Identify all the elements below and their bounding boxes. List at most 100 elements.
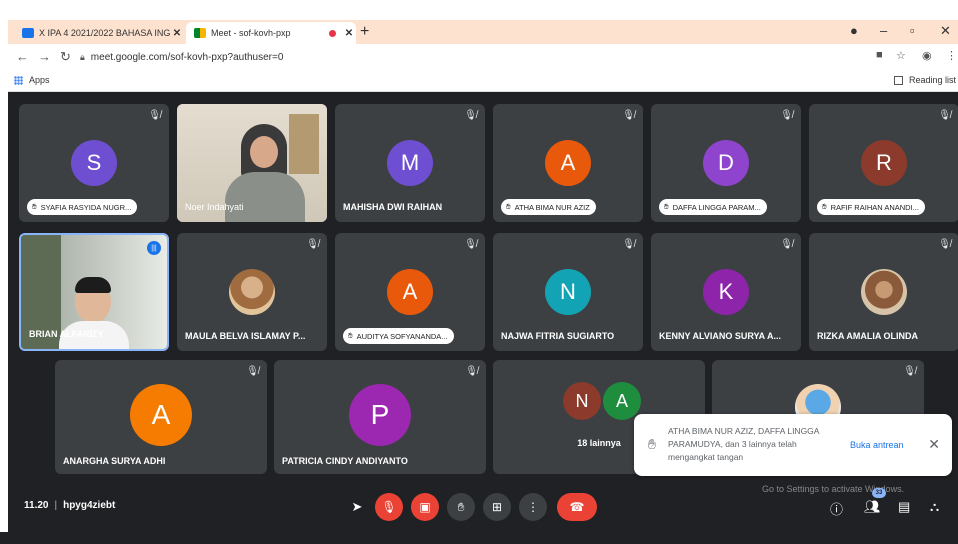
reload-icon[interactable]: ↻ <box>60 49 71 65</box>
menu-icon[interactable]: ⋮ <box>946 49 957 62</box>
more-vert-icon: ⋮ <box>527 500 539 514</box>
participant-tile[interactable]: 🎙︎̸ S ✋︎ SYAFIA RASYIDA NUGR... <box>19 104 169 222</box>
profile-icon[interactable]: ● <box>850 23 858 38</box>
leave-call-button[interactable]: ☎︎ <box>557 493 597 521</box>
activities-icon[interactable]: ⛬ <box>930 499 939 515</box>
separator: | <box>54 500 58 511</box>
participant-name: BRIAN ALFARIZY <box>29 329 104 339</box>
participant-tile[interactable]: 🎙︎̸ RIZKA AMALIA OLINDA <box>809 233 958 351</box>
participant-name: Noer Indahyati <box>185 202 244 212</box>
reading-list-icon <box>893 75 903 85</box>
address-bar[interactable]: 🔒︎ meet.google.com/sof-kovh-pxp?authuser… <box>80 47 880 67</box>
close-tab-icon[interactable]: ✕ <box>342 28 356 39</box>
raise-hand-icon: ✋︎ <box>457 499 465 514</box>
raise-hand-button[interactable]: ✋︎ <box>447 493 475 521</box>
classroom-favicon-icon <box>22 28 34 38</box>
new-tab-button[interactable]: + <box>360 23 369 41</box>
raised-hand-icon: ✋︎ <box>32 202 37 211</box>
participant-tile-video[interactable]: Noer Indahyati <box>177 104 327 222</box>
browser-chrome: X IPA 4 2021/2022 BAHASA INGG ✕ Meet - s… <box>8 20 958 92</box>
mic-off-icon: 🎙︎̸ <box>465 366 478 377</box>
participant-name: MAULA BELVA ISLAMAY P... <box>185 331 306 341</box>
reading-list-button[interactable]: Reading list <box>893 75 956 85</box>
participant-count-badge: 33 <box>872 488 886 498</box>
reading-list-label: Reading list <box>908 75 956 85</box>
avatar: P <box>349 384 411 446</box>
bookmark-star-icon[interactable]: ☆ <box>896 49 906 62</box>
participant-name: RIZKA AMALIA OLINDA <box>817 331 918 341</box>
participant-tile[interactable]: 🎙︎̸ A ✋︎ ATHA BIMA NUR AZIZ <box>493 104 643 222</box>
minimize-button[interactable]: – <box>880 23 887 38</box>
avatar: R <box>861 140 907 186</box>
close-icon[interactable]: ✕ <box>928 436 940 453</box>
participant-photo <box>229 269 275 315</box>
activate-windows-title: Activate Windows <box>762 465 857 479</box>
participant-tile[interactable]: 🎙︎̸ MAULA BELVA ISLAMAY P... <box>177 233 327 351</box>
chat-icon[interactable]: ▤ <box>898 499 910 515</box>
more-options-button[interactable]: ⋮ <box>519 493 547 521</box>
camera-off-icon: ▣ <box>419 500 431 514</box>
avatar: K <box>703 269 749 315</box>
others-avatars: N A <box>563 382 641 420</box>
avatar: A <box>603 382 641 420</box>
mic-off-icon: 🎙︎̸ <box>938 239 951 250</box>
meet-favicon-icon <box>194 28 206 38</box>
avatar: N <box>545 269 591 315</box>
avatar: M <box>387 140 433 186</box>
participant-photo <box>861 269 907 315</box>
raised-hand-icon: ✋︎ <box>822 202 827 211</box>
participant-tile[interactable]: 🎙︎̸ K KENNY ALVIANO SURYA A... <box>651 233 801 351</box>
participant-tile[interactable]: 🎙︎̸ A ANARGHA SURYA ADHI <box>55 360 267 474</box>
people-icon[interactable]: 👥︎ <box>864 499 881 515</box>
close-tab-icon[interactable]: ✕ <box>170 28 184 39</box>
apps-bookmark[interactable]: Apps <box>14 75 50 85</box>
tab-meet[interactable]: Meet - sof-kovh-pxp ✕ <box>186 22 356 44</box>
participant-tile[interactable]: 🎙︎̸ R ✋︎ RAFIF RAIHAN ANANDI... <box>809 104 958 222</box>
tab-title: X IPA 4 2021/2022 BAHASA INGG <box>39 28 170 38</box>
participant-name: ANARGHA SURYA ADHI <box>63 456 166 466</box>
close-window-button[interactable]: ✕ <box>940 23 951 39</box>
raised-hand-icon: ✋︎ <box>506 202 511 211</box>
toolbar: ← → ↻ 🔒︎ meet.google.com/sof-kovh-pxp?au… <box>8 44 958 70</box>
mic-off-icon: 🎙︎ <box>381 500 397 514</box>
participant-tile[interactable]: 🎙︎̸ P PATRICIA CINDY ANDIYANTO <box>274 360 486 474</box>
info-icon[interactable]: ⓘ <box>830 499 843 518</box>
back-icon[interactable]: ← <box>16 49 29 64</box>
meeting-info: 11.20 | hpyg4ziebt <box>24 500 115 511</box>
raised-hand-icon: ✋︎ <box>664 202 669 211</box>
open-queue-button[interactable]: Buka antrean <box>850 440 904 450</box>
mic-off-icon: 🎙︎̸ <box>246 366 259 377</box>
hang-up-icon: ☎︎ <box>569 500 585 514</box>
forward-icon[interactable]: → <box>38 49 51 64</box>
participant-tile[interactable]: 🎙︎̸ A ✋︎ AUDITYA SOFYANANDA... <box>335 233 485 351</box>
camera-toggle-button[interactable]: ▣ <box>411 493 439 521</box>
mic-toggle-button[interactable]: 🎙︎ <box>375 493 403 521</box>
present-button[interactable]: ⊞ <box>483 493 511 521</box>
camera-icon[interactable]: ■ <box>876 49 883 61</box>
participant-tile[interactable]: 🎙︎̸ N NAJWA FITRIA SUGIARTO <box>493 233 643 351</box>
tab-classroom[interactable]: X IPA 4 2021/2022 BAHASA INGG ✕ <box>14 22 184 44</box>
recording-icon <box>329 29 336 37</box>
apps-grid-icon <box>14 75 23 85</box>
participant-name: NAJWA FITRIA SUGIARTO <box>501 331 615 341</box>
mic-off-icon: 🎙︎̸ <box>148 110 161 121</box>
participant-tile[interactable]: 🎙︎̸ M MAHISHA DWI RAIHAN <box>335 104 485 222</box>
mic-off-icon: 🎙︎̸ <box>306 239 319 250</box>
lock-icon: 🔒︎ <box>80 51 85 62</box>
cursor-icon: ➤ <box>351 499 363 514</box>
name-pill: ✋︎ ATHA BIMA NUR AZIZ <box>501 199 596 215</box>
restore-button[interactable]: ▫ <box>910 23 915 38</box>
participant-name: SYAFIA RASYIDA NUGR... <box>40 202 132 212</box>
mic-off-icon: 🎙︎̸ <box>780 110 793 121</box>
participant-name: AUDITYA SOFYANANDA... <box>356 331 448 341</box>
mic-off-icon: 🎙︎̸ <box>938 110 951 121</box>
raised-hand-icon: ✋︎ <box>348 331 353 340</box>
mic-off-icon: 🎙︎̸ <box>622 110 635 121</box>
participant-name: MAHISHA DWI RAIHAN <box>343 202 443 212</box>
avatar[interactable]: ◉ <box>922 49 932 62</box>
participant-tile[interactable]: 🎙︎̸ D ✋︎ DAFFA LINGGA PARAM... <box>651 104 801 222</box>
avatar: D <box>703 140 749 186</box>
participant-tile-video-active[interactable]: ||| BRIAN ALFARIZY <box>19 233 169 351</box>
present-icon: ⊞ <box>491 500 503 514</box>
url-text: meet.google.com/sof-kovh-pxp?authuser=0 <box>90 51 284 63</box>
